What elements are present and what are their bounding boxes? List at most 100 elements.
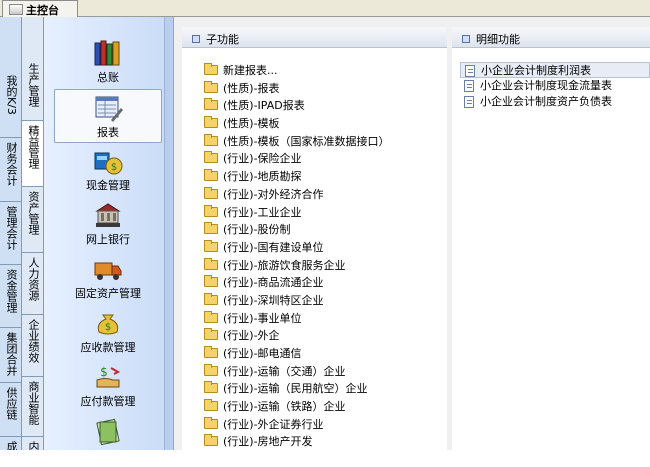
folder-icon xyxy=(204,98,218,111)
svg-text:$: $ xyxy=(105,322,111,333)
vtab-enterprise-performance[interactable]: 企业绩效 xyxy=(22,315,43,377)
money-hand-icon: $ xyxy=(96,365,121,388)
folder-icon xyxy=(204,204,218,217)
list-item[interactable]: (行业)-地质勘探 xyxy=(204,168,390,186)
top-tab-bar: 主控台 xyxy=(0,0,650,17)
vtab-fund-management[interactable]: 资金管理 xyxy=(0,265,21,328)
list-item[interactable]: 小企业会计制度资产负债表 xyxy=(460,94,650,110)
folder-icon xyxy=(204,328,218,341)
nav-item-report[interactable]: 报表 xyxy=(54,89,162,143)
document-icon xyxy=(464,80,474,92)
list-item[interactable]: (行业)-外企 xyxy=(204,327,390,345)
vtab-lean-management[interactable]: 精益管理 xyxy=(22,121,43,187)
list-item[interactable]: (性质)-IPAD报表 xyxy=(204,97,390,115)
panel-header-icon xyxy=(192,35,200,43)
nav-item-cash-management[interactable]: $ 现金管理 xyxy=(54,143,162,197)
list-item[interactable]: (性质)-模板（国家标准数据接口） xyxy=(204,133,390,151)
vtab-financial-accounting[interactable]: 财务会计 xyxy=(0,138,21,202)
sub-function-header-label: 子功能 xyxy=(206,33,239,46)
list-item[interactable]: (行业)-运输（交通）企业 xyxy=(204,363,390,381)
list-item[interactable]: (行业)-深圳特区企业 xyxy=(204,292,390,310)
list-item[interactable]: (性质)-报表 xyxy=(204,80,390,98)
nav-item-general-ledger[interactable]: 总账 xyxy=(54,35,162,89)
nav-item-payables-label: 应付款管理 xyxy=(80,395,136,408)
sub-function-list: 新建报表... (性质)-报表 (性质)-IPAD报表 (性质)-模板 (性质)… xyxy=(204,62,390,451)
nav-item-receivables-label: 应收款管理 xyxy=(80,341,136,354)
document-icon xyxy=(464,96,474,108)
money-bag-icon: $ xyxy=(97,314,119,335)
nav-panel-scroll-strip[interactable] xyxy=(164,17,173,450)
folder-icon xyxy=(204,80,218,93)
folder-icon xyxy=(204,275,218,288)
list-item[interactable]: (行业)-旅游饮食服务企业 xyxy=(204,257,390,275)
list-item[interactable]: 小企业会计制度现金流量表 xyxy=(460,78,650,94)
document-icon xyxy=(465,65,475,77)
folder-icon xyxy=(204,363,218,376)
truck-icon xyxy=(94,262,122,280)
folder-icon xyxy=(204,257,218,270)
tab-main-console-label: 主控台 xyxy=(26,4,59,17)
tab-main-console[interactable]: 主控台 xyxy=(2,0,78,17)
list-item[interactable]: (行业)-运输（民用航空）企业 xyxy=(204,380,390,398)
detail-function-list: 小企业会计制度利润表 小企业会计制度现金流量表 小企业会计制度资产负债表 xyxy=(460,62,650,110)
list-item[interactable]: (行业)-运输（铁路）企业 xyxy=(204,398,390,416)
folder-icon xyxy=(204,434,218,447)
folder-icon xyxy=(204,416,218,429)
nav-item-cash-management-label: 现金管理 xyxy=(86,179,130,192)
vtab-human-resources[interactable]: 人力资源 xyxy=(22,253,43,315)
list-item[interactable]: (行业)-外企证券行业 xyxy=(204,416,390,434)
nav-item-general-ledger-label: 总账 xyxy=(97,71,119,84)
nav-item-online-banking-label: 网上银行 xyxy=(86,233,130,246)
list-item[interactable]: (行业)-国有建设单位 xyxy=(204,239,390,257)
vtab-management-accounting[interactable]: 管理会计 xyxy=(0,202,21,265)
list-item[interactable]: 新建报表... xyxy=(204,62,390,80)
folder-icon xyxy=(204,151,218,164)
list-item[interactable]: (行业)-股份制 xyxy=(204,221,390,239)
console-icon xyxy=(9,4,23,15)
list-item[interactable]: (行业)-商品流通企业 xyxy=(204,274,390,292)
folder-icon xyxy=(204,399,218,412)
vtab-cost[interactable]: 成本 xyxy=(0,437,21,450)
list-item[interactable]: (行业)-事业单位 xyxy=(204,310,390,328)
category-column-1: 我的K/3 财务会计 管理会计 资金管理 集团合并 供应链 成本 xyxy=(0,17,22,450)
folder-icon xyxy=(204,63,218,75)
nav-item-fixed-assets-label: 固定资产管理 xyxy=(75,287,141,300)
nav-item-fixed-assets[interactable]: 固定资产管理 xyxy=(54,251,162,305)
folder-icon xyxy=(204,186,218,199)
list-item[interactable]: (行业)-对外经济合作 xyxy=(204,186,390,204)
nav-item-partial[interactable] xyxy=(54,413,162,467)
list-item[interactable]: (行业)-邮电通信 xyxy=(204,345,390,363)
list-item[interactable]: (行业)-房地产开发 xyxy=(204,433,390,451)
list-item[interactable]: (性质)-模板 xyxy=(204,115,390,133)
document-stack-icon xyxy=(96,418,120,445)
sub-function-panel: 新建报表... (性质)-报表 (性质)-IPAD报表 (性质)-模板 (性质)… xyxy=(182,48,447,450)
nav-item-online-banking[interactable]: 网上银行 xyxy=(54,197,162,251)
list-item[interactable]: (行业)-保险企业 xyxy=(204,150,390,168)
folder-icon xyxy=(204,292,218,305)
cash-bag-icon: $ xyxy=(94,152,123,175)
vtab-production-management[interactable]: 生产管理 xyxy=(22,59,43,121)
svg-text:$: $ xyxy=(111,162,117,173)
folder-icon xyxy=(204,133,218,146)
nav-item-payables[interactable]: $ 应付款管理 xyxy=(54,359,162,413)
folder-icon xyxy=(204,381,218,394)
vtab-group-consolidation[interactable]: 集团合并 xyxy=(0,328,21,383)
vtab-asset-management[interactable]: 资产管理 xyxy=(22,187,43,253)
detail-function-header: 明细功能 xyxy=(452,27,650,48)
list-item[interactable]: (行业)-工业企业 xyxy=(204,204,390,222)
folder-icon xyxy=(204,116,218,129)
list-item[interactable]: 小企业会计制度利润表 xyxy=(460,62,650,78)
books-icon xyxy=(94,40,120,66)
vtab-supply-chain[interactable]: 供应链 xyxy=(0,383,21,437)
nav-item-report-label: 报表 xyxy=(97,126,119,139)
category-column-2: 生产管理 精益管理 资产管理 人力资源 企业绩效 商业智能 内控 xyxy=(22,17,44,450)
nav-item-receivables[interactable]: $ 应收款管理 xyxy=(54,305,162,359)
vtab-internal-control[interactable]: 内控 xyxy=(22,437,43,450)
vtab-my-k3[interactable]: 我的K/3 xyxy=(0,71,21,138)
sub-function-header: 子功能 xyxy=(182,27,447,48)
svg-text:$: $ xyxy=(100,365,108,379)
bank-icon xyxy=(95,203,121,227)
vtab-business-intelligence[interactable]: 商业智能 xyxy=(22,377,43,437)
folder-icon xyxy=(204,169,218,182)
report-icon xyxy=(95,96,123,122)
